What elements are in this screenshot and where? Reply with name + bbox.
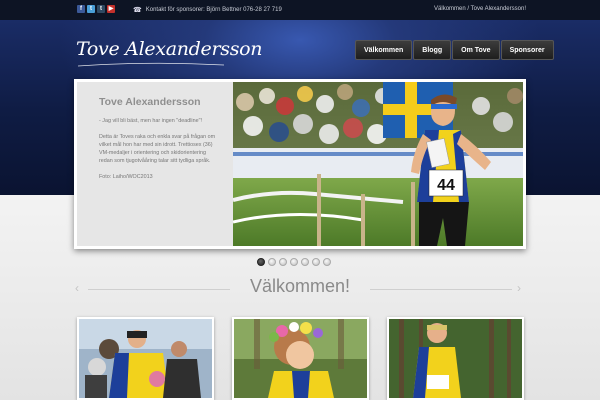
slide-caption: Tove Alexandersson - Jag vill bli bäst, … (77, 82, 233, 246)
slide-photo-credit: Foto: Laiho/WOC2013 (99, 174, 153, 180)
slider-dot-4[interactable] (290, 258, 298, 266)
top-bar: f t t ▶ ☎ Kontakt för sponsorer: Björn B… (0, 0, 600, 20)
facebook-icon[interactable]: f (77, 5, 85, 13)
thumb-photo-3 (389, 319, 522, 398)
nav-blogg[interactable]: Blogg (413, 40, 452, 60)
slide-title: Tove Alexandersson (99, 96, 201, 108)
carousel-prev-icon[interactable]: ‹ (75, 281, 79, 295)
runner-photo: 44 (233, 82, 523, 246)
bib-number: 44 (437, 177, 455, 194)
slide-quote: - Jag vill bli bäst, men har ingen "dead… (99, 118, 203, 124)
welcome-heading: Välkommen! (249, 276, 351, 296)
tumblr-icon[interactable]: t (97, 5, 105, 13)
featured-slider[interactable]: Tove Alexandersson - Jag vill bli bäst, … (74, 79, 526, 249)
slider-dot-5[interactable] (301, 258, 309, 266)
gallery-thumb-2[interactable] (232, 317, 369, 400)
logo-swoosh (77, 62, 225, 67)
slider-dot-6[interactable] (312, 258, 320, 266)
nav-valkommen[interactable]: Välkommen (355, 40, 413, 60)
thumb-photo-2 (234, 319, 367, 398)
twitter-icon[interactable]: t (87, 5, 95, 13)
nav-sponsorer[interactable]: Sponsorer (500, 40, 554, 60)
site-logo[interactable]: Tove Alexandersson (76, 38, 263, 60)
sponsor-contact: ☎ Kontakt för sponsorer: Björn Bettner 0… (133, 6, 282, 14)
youtube-icon[interactable]: ▶ (107, 5, 115, 13)
gallery-thumb-3[interactable] (387, 317, 524, 400)
thumb-photo-1 (79, 319, 212, 398)
slider-dot-3[interactable] (279, 258, 287, 266)
carousel-next-icon[interactable]: › (517, 281, 521, 295)
phone-icon: ☎ (133, 7, 142, 14)
nav-om-tove[interactable]: Om Tove (452, 40, 500, 60)
gallery-thumb-1[interactable] (77, 317, 214, 400)
breadcrumb: Välkommen / Tove Alexandersson! (434, 6, 526, 12)
slider-pagination (257, 258, 331, 266)
slider-dot-1[interactable] (257, 258, 265, 266)
slide-description: Detta är Toves raka och enkla svar på fr… (99, 134, 216, 164)
social-links: f t t ▶ (77, 5, 115, 13)
slider-dot-2[interactable] (268, 258, 276, 266)
contact-text: Kontakt för sponsorer: Björn Bettner 076… (145, 7, 282, 13)
main-nav: Välkommen Blogg Om Tove Sponsorer (355, 40, 554, 60)
slider-dot-7[interactable] (323, 258, 331, 266)
slide-photo[interactable]: 44 (233, 82, 523, 246)
